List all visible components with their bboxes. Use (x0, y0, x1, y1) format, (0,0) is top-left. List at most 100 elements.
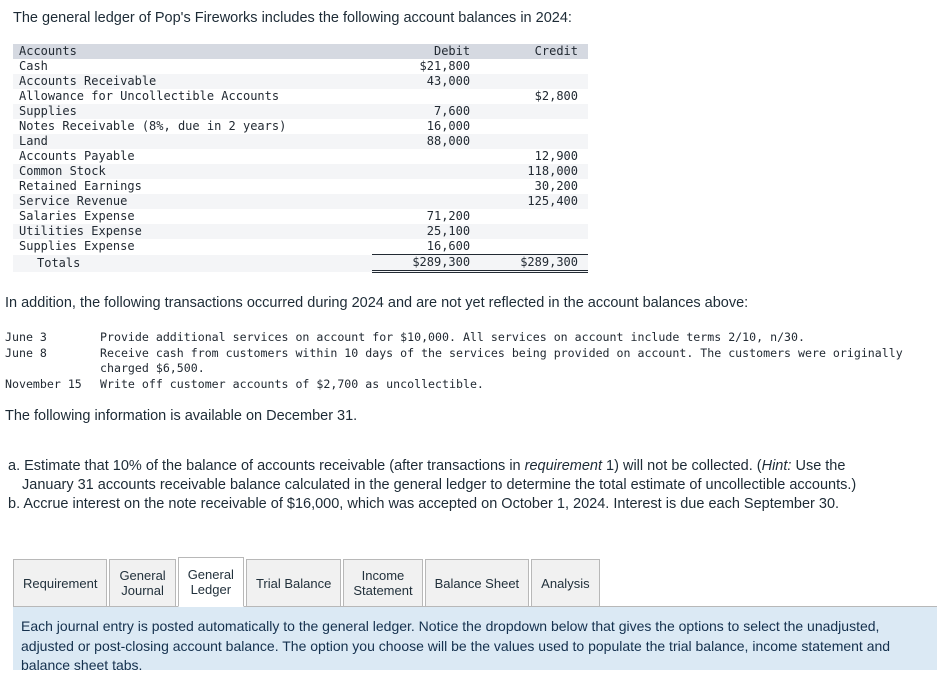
account-name: Salaries Expense (19, 209, 135, 223)
transaction-date: November 15 (5, 376, 82, 391)
table-row: Allowance for Uncollectible Accounts $2,… (13, 89, 588, 104)
credit-value (480, 104, 588, 119)
requirement-a-text-part1: a. Estimate that 10% of the balance of a… (8, 458, 525, 474)
tab-label-line1: Income (361, 568, 405, 583)
credit-value: 125,400 (527, 194, 578, 208)
debit-value (372, 179, 480, 194)
account-name: Utilities Expense (19, 224, 142, 238)
transactions-list: June 3 Provide additional services on ac… (5, 330, 903, 392)
table-row: Land 88,000 (13, 134, 588, 149)
debit-value: 25,100 (426, 224, 471, 238)
credit-value (480, 134, 588, 149)
credit-value (480, 224, 588, 239)
debit-value (372, 194, 480, 209)
transaction-description-continued: charged $6,500. (100, 361, 205, 375)
transaction-description: Receive cash from customers within 10 da… (100, 345, 903, 360)
table-row: Cash $21,800 (13, 59, 588, 74)
requirements-list: a. Estimate that 10% of the balance of a… (8, 457, 946, 514)
tab-label: General Ledger (188, 567, 234, 597)
tab-label: Income Statement (353, 568, 412, 598)
tab-label: Balance Sheet (435, 576, 520, 591)
debit-value: 43,000 (426, 74, 471, 88)
totals-label: Totals (37, 255, 81, 270)
table-row: Retained Earnings 30,200 (13, 179, 588, 194)
transaction-date: June 8 (5, 345, 47, 360)
debit-value (372, 149, 480, 164)
december-31-note: The following information is available o… (5, 408, 358, 424)
tab-label: Requirement (23, 576, 97, 591)
tab-label-line2: Ledger (190, 582, 232, 597)
tab-balance-sheet[interactable]: Balance Sheet (424, 559, 530, 607)
tab-bar: Requirement General Journal General Ledg… (13, 557, 602, 607)
table-row: Accounts Receivable 43,000 (13, 74, 588, 89)
table-header: Accounts Debit Credit (13, 44, 588, 59)
debit-value: 16,600 (426, 239, 471, 253)
requirement-a-line-2: January 31 accounts receivable balance c… (22, 477, 857, 493)
table-row: Utilities Expense 25,100 (13, 224, 588, 239)
table-row: Accounts Payable 12,900 (13, 149, 588, 164)
tab-info-text: Each journal entry is posted automatical… (21, 618, 891, 673)
tab-general-ledger[interactable]: General Ledger (177, 557, 244, 607)
table-row: Salaries Expense 71,200 (13, 209, 588, 224)
credit-value (480, 209, 588, 224)
general-ledger-balances-table: Accounts Debit Credit Cash $21,800 Accou… (13, 44, 588, 273)
account-name: Supplies (19, 104, 77, 118)
account-name: Allowance for Uncollectible Accounts (19, 89, 280, 103)
credit-value (480, 74, 588, 89)
debit-value: 16,000 (426, 119, 471, 133)
debit-value (372, 164, 480, 179)
totals-credit-value: $289,300 (480, 254, 588, 273)
tab-label-line1: Trial Balance (255, 575, 332, 591)
requirement-a-italic-hint: Hint: (761, 458, 792, 474)
column-header-debit: Debit (372, 44, 481, 59)
credit-value (480, 239, 588, 255)
tab-label-line1: Balance Sheet (434, 575, 520, 591)
tab-label: Analysis (541, 576, 589, 591)
requirement-a-italic-requirement: requirement (524, 458, 603, 474)
credit-value: 30,200 (534, 179, 578, 193)
credit-value (480, 59, 588, 74)
account-name: Common Stock (19, 164, 106, 178)
tab-info-panel: Each journal entry is posted automatical… (13, 606, 937, 673)
table-totals-row: Totals $289,300 $289,300 (13, 254, 588, 273)
transaction-row: June 8 Receive cash from customers withi… (5, 346, 903, 362)
requirement-b-line: b. Accrue interest on the note receivabl… (8, 496, 840, 512)
transaction-description: Write off customer accounts of $2,700 as… (100, 376, 484, 391)
account-name: Supplies Expense (19, 239, 135, 254)
tab-label-line2: Statement (353, 583, 413, 598)
debit-value: $21,800 (419, 59, 471, 73)
credit-value (480, 119, 588, 134)
tab-label-line1: General (187, 567, 234, 582)
credit-value: 12,900 (534, 149, 578, 163)
tab-analysis[interactable]: Analysis (531, 559, 600, 607)
debit-value: 88,000 (426, 134, 471, 148)
tab-label: General Journal (119, 568, 165, 598)
account-name: Service Revenue (19, 194, 128, 208)
tab-general-journal[interactable]: General Journal (109, 559, 176, 607)
totals-debit-value: $289,300 (372, 254, 481, 273)
table-row: Notes Receivable (8%, due in 2 years) 16… (13, 119, 588, 134)
tab-label-line1: Analysis (541, 575, 590, 591)
account-name: Cash (19, 59, 48, 73)
account-name: Notes Receivable (8%, due in 2 years) (19, 119, 287, 133)
requirement-a-line-1: a. Estimate that 10% of the balance of a… (8, 457, 946, 476)
tab-trial-balance[interactable]: Trial Balance (245, 559, 342, 607)
tab-income-statement[interactable]: Income Statement (343, 559, 423, 607)
tab-requirement[interactable]: Requirement (13, 559, 108, 607)
table-row: Supplies Expense 16,600 (13, 239, 588, 255)
table-row: Common Stock 118,000 (13, 164, 588, 179)
transaction-row: November 15 Write off customer accounts … (5, 377, 903, 393)
table-row: Supplies 7,600 (13, 104, 588, 119)
transaction-date: June 3 (5, 330, 47, 344)
account-name: Land (19, 134, 48, 148)
credit-value: 118,000 (527, 164, 578, 178)
tab-label-line2: Journal (121, 583, 164, 598)
tab-label: Trial Balance (256, 576, 331, 591)
intro-paragraph-top: The general ledger of Pop's Fireworks in… (13, 10, 572, 26)
transaction-row: June 3 Provide additional services on ac… (5, 330, 903, 346)
table-row: Service Revenue 125,400 (13, 194, 588, 209)
requirement-a-text-part2: 1) will not be collected. ( (602, 458, 762, 474)
transaction-description: Provide additional services on account f… (100, 330, 805, 344)
requirement-a-text-part3: Use the (791, 458, 846, 474)
intro-paragraph-transactions: In addition, the following transactions … (5, 295, 749, 311)
